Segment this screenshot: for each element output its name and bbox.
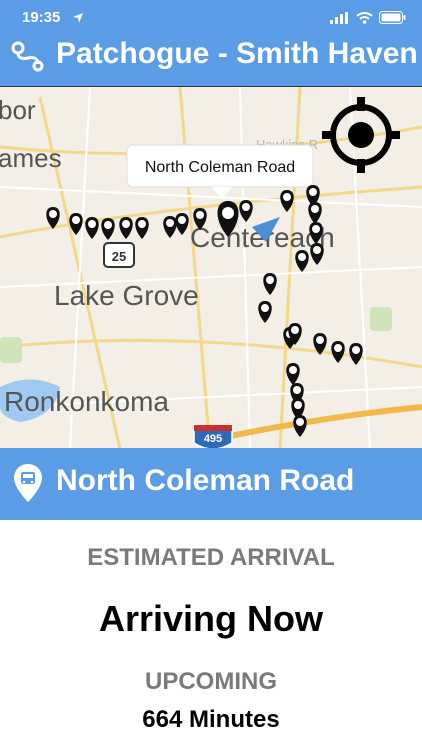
map-label-bor: bor — [0, 95, 36, 125]
status-time: 19:35 — [22, 9, 61, 26]
map-label-ames: ames — [0, 143, 62, 173]
interstate-495-shield: 495 — [193, 425, 233, 449]
map-view[interactable]: bor ames Centereach Lake Grove Ronkonkom… — [0, 86, 422, 449]
upcoming-value: 664 Minutes — [142, 706, 280, 733]
status-indicators — [330, 11, 406, 24]
map-stop-pin[interactable] — [263, 273, 277, 295]
map-label-lake-grove: Lake Grove — [54, 280, 199, 311]
battery-icon — [379, 11, 406, 24]
map-stop-pin[interactable] — [101, 218, 115, 240]
map-stop-pin[interactable] — [280, 190, 294, 212]
callout-label: North Coleman Road — [145, 159, 295, 176]
bus-stop-pin-icon — [14, 464, 42, 502]
upcoming-label: UPCOMING — [145, 668, 277, 695]
map-stop-pin[interactable] — [293, 415, 307, 437]
cellular-signal-icon — [330, 11, 348, 24]
route-header: Patchogue - Smith Haven — [0, 34, 422, 78]
map-stop-pin[interactable] — [310, 243, 324, 265]
stop-name: North Coleman Road — [56, 464, 355, 497]
route-icon[interactable] — [10, 40, 46, 72]
map-stop-pin[interactable] — [308, 202, 322, 224]
map-stop-pin[interactable] — [295, 250, 309, 272]
map-stop-pin[interactable] — [163, 216, 177, 238]
map-stop-pin[interactable] — [286, 363, 300, 385]
map-stop-pin[interactable] — [85, 217, 99, 239]
arrival-status: Arriving Now — [98, 598, 323, 639]
top-header: 19:35 Patchogue - Smith Haven — [0, 0, 422, 86]
map-stop-pin[interactable] — [135, 217, 149, 239]
route-title: Patchogue - Smith Haven — [56, 37, 418, 70]
svg-text:25: 25 — [112, 249, 126, 264]
status-bar: 19:35 — [0, 0, 422, 32]
map-stop-pin[interactable] — [119, 217, 133, 239]
map-canvas[interactable]: bor ames Centereach Lake Grove Ronkonkom… — [0, 87, 422, 449]
map-stop-pin[interactable] — [239, 200, 253, 222]
wifi-icon — [356, 11, 373, 24]
stop-bar: North Coleman Road — [0, 448, 422, 520]
location-arrow-icon — [73, 13, 83, 23]
map-stop-pin[interactable] — [175, 213, 189, 235]
map-stop-pin[interactable] — [258, 301, 272, 323]
map-stop-pin[interactable] — [349, 343, 363, 365]
map-label-ronkonkoma: Ronkonkoma — [4, 386, 169, 417]
svg-text:495: 495 — [204, 433, 222, 445]
location-crosshair-icon[interactable] — [322, 97, 400, 173]
map-stop-pin[interactable] — [331, 341, 345, 363]
estimated-arrival-label: ESTIMATED ARRIVAL — [87, 544, 335, 571]
route-25-shield: 25 — [103, 242, 135, 268]
